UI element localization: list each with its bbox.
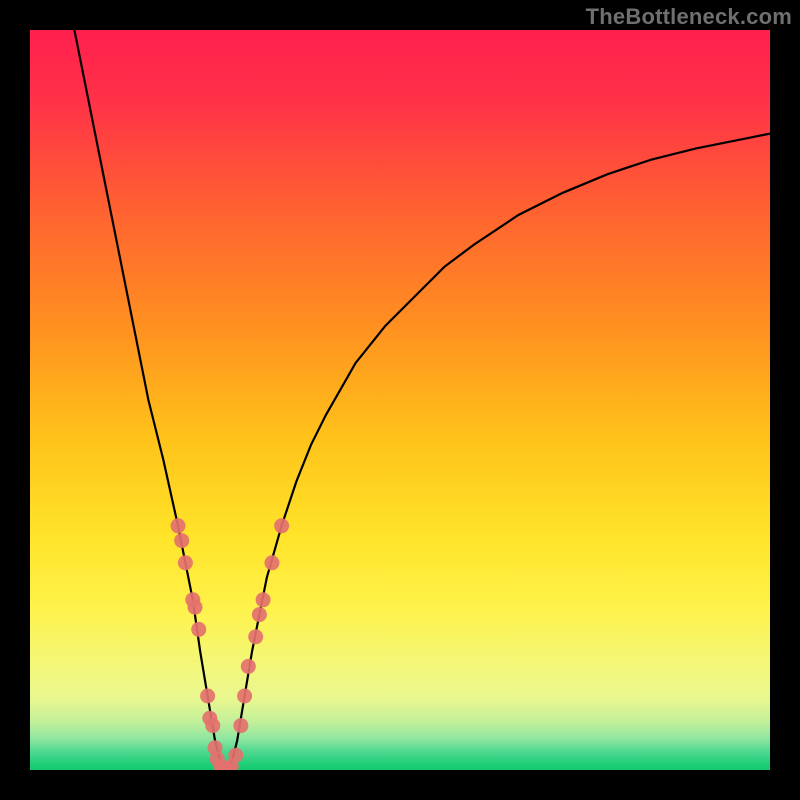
data-point: [233, 718, 248, 733]
data-point: [248, 629, 263, 644]
gradient-background: [30, 30, 770, 770]
data-point: [191, 622, 206, 637]
chart-svg: [30, 30, 770, 770]
data-point: [274, 518, 289, 533]
watermark-text: TheBottleneck.com: [586, 4, 792, 30]
data-point: [228, 748, 243, 763]
chart-frame: TheBottleneck.com: [0, 0, 800, 800]
data-point: [205, 718, 220, 733]
data-point: [188, 600, 203, 615]
data-point: [237, 689, 252, 704]
data-point: [256, 592, 271, 607]
data-point: [178, 555, 193, 570]
plot-area: [30, 30, 770, 770]
data-point: [171, 518, 186, 533]
data-point: [241, 659, 256, 674]
data-point: [200, 689, 215, 704]
data-point: [252, 607, 267, 622]
data-point: [264, 555, 279, 570]
data-point: [174, 533, 189, 548]
